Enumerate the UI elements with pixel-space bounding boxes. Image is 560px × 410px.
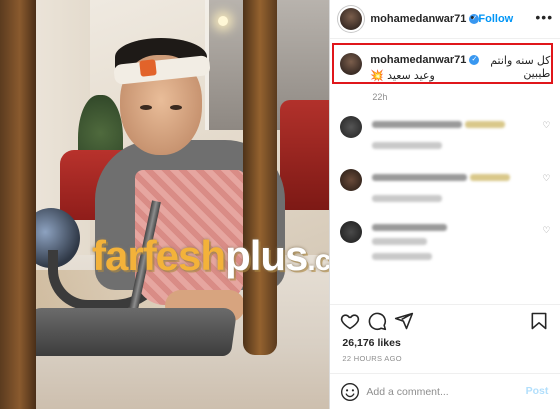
comment-text-blurred [372, 174, 468, 181]
caption-line-2: وعيد سعيد 💥 [370, 70, 435, 82]
person-eye-left [140, 105, 152, 110]
caption-username[interactable]: mohamedanwar71 ✓ [370, 54, 480, 66]
comment-like-icon[interactable]: ♡ [542, 120, 550, 131]
caption-verified-badge-icon: ✓ [469, 55, 480, 66]
background-armchair [280, 100, 330, 210]
emoji-icon[interactable] [340, 382, 360, 402]
comment-like-icon[interactable]: ♡ [542, 173, 550, 184]
caption-time[interactable]: 22h [372, 92, 387, 102]
header-separator: • [470, 12, 475, 24]
comment-row: ♡ [330, 217, 560, 260]
bookmark-icon[interactable] [529, 311, 549, 331]
comment-emoji-blurred [465, 121, 506, 128]
comment-meta-blurred [372, 142, 443, 149]
author-avatar[interactable] [340, 8, 363, 30]
instagram-post: farfeshplus.com mohamedanwar71✓ • Follow… [0, 0, 560, 409]
post-comment-button[interactable]: Post [526, 385, 549, 397]
table-leg-left [0, 0, 36, 409]
person-eye-right [170, 105, 182, 110]
comment-text-blurred [372, 224, 448, 231]
headband-badge-icon [139, 59, 157, 77]
add-comment-bar: Post [330, 373, 560, 410]
comment-meta-blurred [372, 253, 433, 260]
comment-avatar[interactable] [340, 169, 363, 191]
post-actions-bar [330, 304, 560, 335]
post-timestamp[interactable]: 22 HOURS AGO [342, 354, 401, 363]
comment-text-blurred [372, 121, 463, 128]
share-icon[interactable] [394, 311, 414, 331]
post-image[interactable]: farfeshplus.com [0, 0, 330, 409]
comment-avatar[interactable] [340, 221, 363, 243]
vacuum-floor-head [20, 308, 238, 356]
watermark-part-1: farfesh [92, 232, 226, 279]
watermark-part-2: plus [225, 232, 308, 279]
comment-row: ♡ [330, 165, 560, 205]
comment-row: ♡ [330, 112, 560, 152]
post-header: mohamedanwar71 ✓ • Follow ••• [330, 0, 560, 39]
heart-icon[interactable] [340, 311, 360, 331]
follow-button[interactable]: Follow [478, 13, 513, 25]
likes-count[interactable]: 26,176 likes [342, 337, 400, 349]
comment-avatar[interactable] [340, 116, 363, 138]
comment-meta-blurred [372, 195, 443, 202]
watermark-part-3: .com [307, 244, 330, 277]
post-side-panel: mohamedanwar71 ✓ • Follow ••• mohamedanwa… [329, 0, 560, 409]
comment-icon[interactable] [367, 311, 387, 331]
background-lamp [218, 16, 228, 26]
table-leg-right [243, 0, 277, 355]
add-comment-input[interactable] [366, 383, 517, 401]
author-username-text[interactable]: mohamedanwar71 [370, 13, 466, 25]
comment-like-icon[interactable]: ♡ [542, 225, 550, 236]
comment-emoji-blurred [470, 174, 511, 181]
comment-text-blurred [372, 238, 428, 245]
author-username[interactable]: mohamedanwar71 ✓ [370, 13, 480, 25]
caption-line-1: كل سنه وانتم طيبين [490, 55, 551, 80]
farfesh-watermark: farfeshplus.com [92, 232, 329, 280]
more-options-icon[interactable]: ••• [535, 9, 553, 25]
caption-username-text[interactable]: mohamedanwar71 [370, 54, 466, 66]
